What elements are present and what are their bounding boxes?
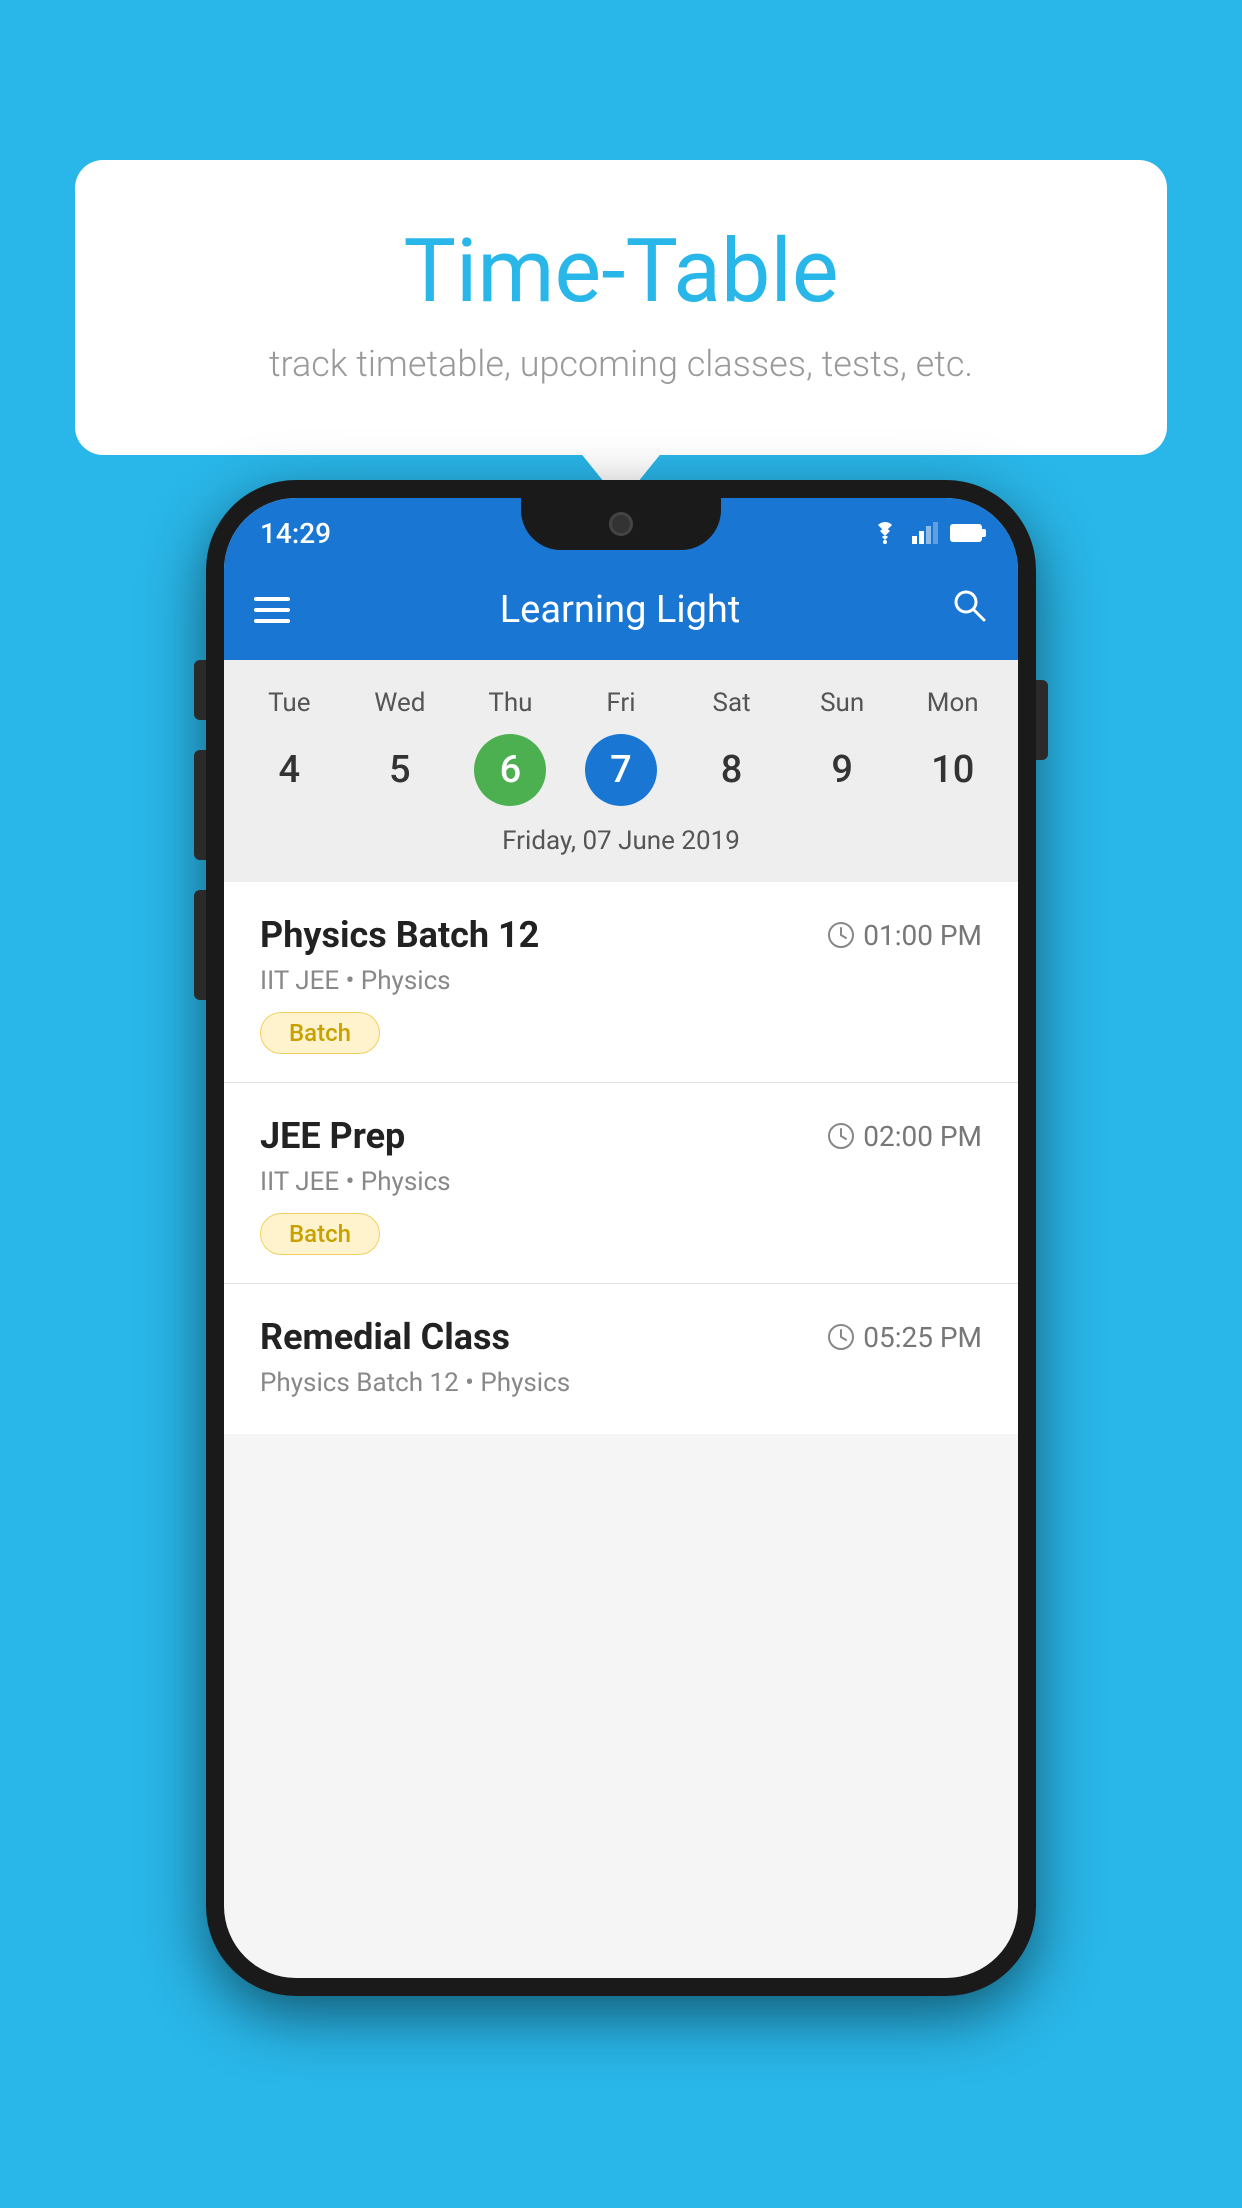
day-header-sun: Sun — [787, 680, 898, 726]
day-7-selected[interactable]: 7 — [585, 734, 657, 806]
battery-icon — [950, 524, 982, 542]
day-10[interactable]: 10 — [897, 734, 1008, 806]
class-subtitle-2: IIT JEE • Physics — [260, 1167, 982, 1197]
day-4[interactable]: 4 — [234, 734, 345, 806]
class-item-remedial[interactable]: Remedial Class 05:25 PM Physics Batch 12… — [224, 1284, 1018, 1434]
status-time: 14:29 — [260, 517, 331, 550]
phone-btn-camera-hw — [194, 890, 206, 1000]
class-time: 01:00 PM — [827, 919, 982, 952]
tooltip-bubble: Time-Table track timetable, upcoming cla… — [75, 160, 1167, 455]
phone-btn-power — [1036, 680, 1048, 760]
selected-date-label: Friday, 07 June 2019 — [234, 818, 1008, 872]
batch-tag-2: Batch — [260, 1213, 380, 1255]
clock-icon — [827, 921, 855, 949]
class-subtitle-3: Physics Batch 12 • Physics — [260, 1368, 982, 1398]
day-6-today[interactable]: 6 — [474, 734, 546, 806]
phone-screen: 14:29 — [224, 498, 1018, 1978]
day-headers: Tue Wed Thu Fri Sat Sun Mon — [234, 680, 1008, 726]
day-5[interactable]: 5 — [345, 734, 456, 806]
day-header-mon: Mon — [897, 680, 1008, 726]
phone-notch — [521, 498, 721, 550]
phone-mockup: 14:29 — [206, 480, 1036, 1996]
class-item-header: Physics Batch 12 01:00 PM — [260, 914, 982, 956]
class-name: Physics Batch 12 — [260, 914, 539, 956]
day-header-thu: Thu — [455, 680, 566, 726]
tooltip-title: Time-Table — [145, 220, 1097, 323]
class-item-physics-batch[interactable]: Physics Batch 12 01:00 PM IIT JEE • Phys… — [224, 882, 1018, 1083]
wifi-icon — [870, 522, 900, 544]
class-item-jee-prep[interactable]: JEE Prep 02:00 PM IIT JEE • Physics Batc… — [224, 1083, 1018, 1284]
class-item-header-3: Remedial Class 05:25 PM — [260, 1316, 982, 1358]
day-numbers: 4 5 6 7 8 9 10 — [234, 734, 1008, 806]
calendar-strip: Tue Wed Thu Fri Sat Sun Mon 4 5 6 7 8 9 … — [224, 660, 1018, 882]
day-header-fri: Fri — [566, 680, 677, 726]
day-9[interactable]: 9 — [787, 734, 898, 806]
phone-btn-vol-down — [194, 750, 206, 860]
class-subtitle: IIT JEE • Physics — [260, 966, 982, 996]
app-title: Learning Light — [320, 588, 920, 632]
day-8[interactable]: 8 — [676, 734, 787, 806]
class-list: Physics Batch 12 01:00 PM IIT JEE • Phys… — [224, 882, 1018, 1434]
day-header-tue: Tue — [234, 680, 345, 726]
phone-btn-vol-up — [194, 660, 206, 720]
day-header-sat: Sat — [676, 680, 787, 726]
class-item-header-2: JEE Prep 02:00 PM — [260, 1115, 982, 1157]
phone-camera — [609, 512, 633, 536]
class-time-3: 05:25 PM — [827, 1321, 982, 1354]
class-name-2: JEE Prep — [260, 1115, 405, 1157]
day-header-wed: Wed — [345, 680, 456, 726]
clock-icon-3 — [827, 1323, 855, 1351]
class-time-2: 02:00 PM — [827, 1120, 982, 1153]
clock-icon-2 — [827, 1122, 855, 1150]
app-bar: Learning Light — [224, 560, 1018, 660]
tooltip-subtitle: track timetable, upcoming classes, tests… — [145, 343, 1097, 385]
status-icons — [870, 522, 982, 544]
batch-tag: Batch — [260, 1012, 380, 1054]
hamburger-menu-icon[interactable] — [254, 597, 290, 623]
class-name-3: Remedial Class — [260, 1316, 510, 1358]
search-button[interactable] — [950, 586, 988, 634]
signal-icon — [912, 522, 938, 544]
